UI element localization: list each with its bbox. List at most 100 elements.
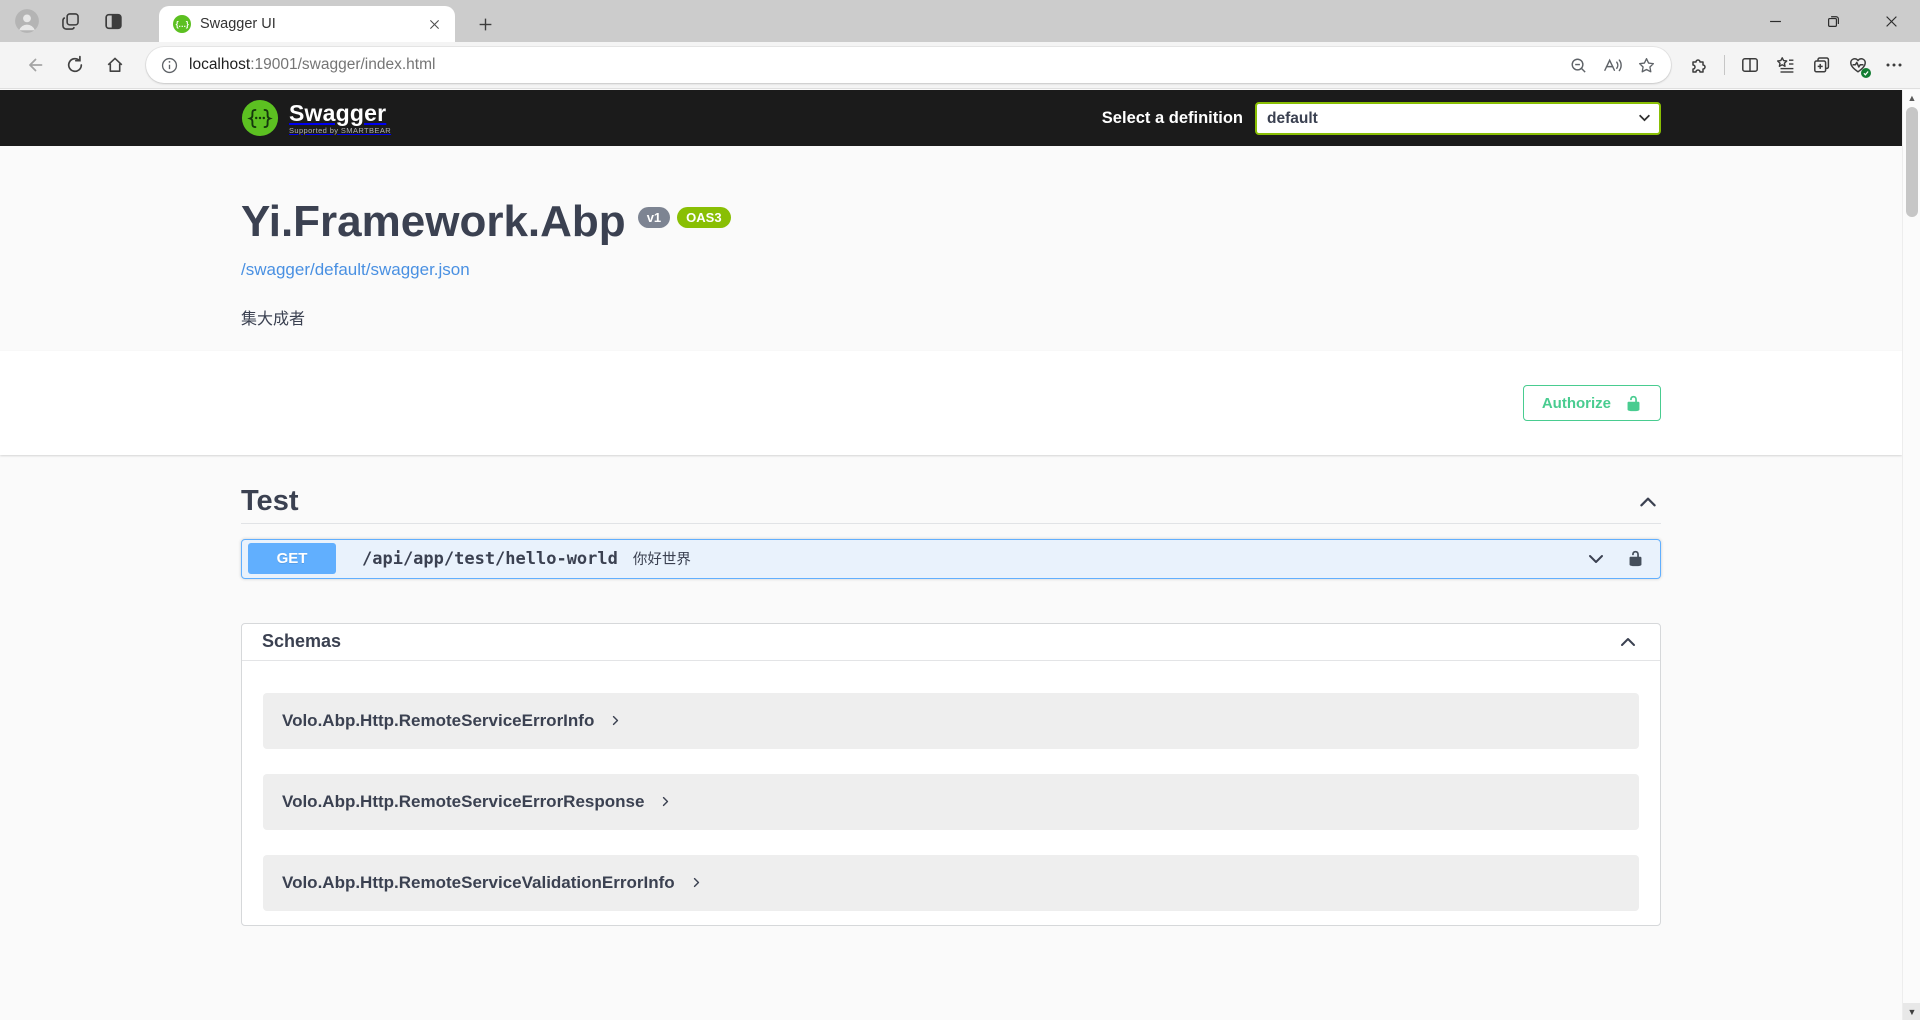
browser-titlebar: {…} Swagger UI [0, 0, 1920, 42]
spec-json-link[interactable]: /swagger/default/swagger.json [241, 260, 470, 280]
schemas-title: Schemas [262, 631, 341, 652]
zoom-out-button[interactable] [1563, 50, 1593, 80]
smartbear-subtitle: Supported by SMARTBEAR [289, 127, 391, 135]
zoom-out-icon [1569, 56, 1588, 75]
toolbar-divider [1724, 55, 1725, 75]
close-icon [1885, 15, 1898, 28]
expand-operation-button[interactable] [1584, 547, 1608, 571]
chevron-right-icon [609, 714, 622, 727]
profile-button[interactable] [10, 4, 44, 38]
operation-get-hello-world[interactable]: GET /api/app/test/hello-world 你好世界 [241, 539, 1661, 579]
scroll-down-arrow-icon[interactable]: ▼ [1903, 1003, 1920, 1020]
operation-summary: 你好世界 [633, 548, 691, 569]
api-info-section: Yi.Framework.Abp v1 OAS3 /swagger/defaul… [221, 146, 1681, 329]
browser-tab-swagger-ui[interactable]: {…} Swagger UI [159, 6, 455, 42]
more-ellipsis-icon [1884, 55, 1904, 75]
split-screen-button[interactable] [1734, 49, 1766, 81]
browser-toolbar: localhost:19001/swagger/index.html [0, 42, 1920, 89]
tab-title: Swagger UI [200, 16, 423, 32]
api-description: 集大成者 [241, 305, 1661, 329]
workspaces-button[interactable] [53, 4, 87, 38]
workspaces-icon [60, 11, 81, 32]
oas3-badge: OAS3 [677, 207, 730, 228]
read-aloud-icon [1602, 56, 1623, 75]
version-badge: v1 [638, 207, 670, 228]
authorize-button[interactable]: Authorize [1523, 385, 1661, 421]
window-restore-button[interactable] [1804, 0, 1862, 42]
avatar [14, 8, 40, 34]
swagger-favicon-icon: {…} [173, 15, 191, 33]
chevron-right-icon [659, 795, 672, 808]
favorite-star-button[interactable] [1631, 50, 1661, 80]
split-screen-icon [1740, 55, 1760, 75]
operation-auth-button[interactable] [1625, 548, 1646, 569]
chevron-up-icon [1618, 632, 1638, 652]
method-badge: GET [248, 543, 336, 574]
tab-layout-icon [103, 11, 124, 32]
tag-section-test: Test GET /api/app/test/hello-world 你好世界 [221, 471, 1681, 578]
swagger-topbar: Swagger Supported by SMARTBEAR Select a … [0, 90, 1902, 146]
scheme-container: Authorize [0, 351, 1902, 455]
restore-icon [1827, 15, 1840, 28]
collapse-tag-button[interactable] [1635, 489, 1661, 515]
refresh-button[interactable] [58, 48, 92, 82]
settings-more-button[interactable] [1878, 49, 1910, 81]
scrollbar-thumb[interactable] [1906, 107, 1918, 217]
model-name: Volo.Abp.Http.RemoteServiceErrorInfo [282, 711, 594, 731]
new-tab-button[interactable] [470, 9, 500, 39]
model-row-remote-service-error-response[interactable]: Volo.Abp.Http.RemoteServiceErrorResponse [263, 774, 1639, 830]
window-close-button[interactable] [1862, 0, 1920, 42]
site-info-icon[interactable] [160, 56, 179, 75]
model-name: Volo.Abp.Http.RemoteServiceErrorResponse [282, 792, 644, 812]
select-definition-label: Select a definition [1102, 109, 1243, 128]
chevron-up-icon [1637, 491, 1659, 513]
definition-select[interactable]: default [1255, 102, 1661, 135]
plus-icon [478, 17, 493, 32]
close-icon [429, 19, 440, 30]
address-bar[interactable]: localhost:19001/swagger/index.html [146, 47, 1671, 83]
refresh-icon [65, 55, 85, 75]
read-aloud-button[interactable] [1597, 50, 1627, 80]
tab-close-button[interactable] [423, 13, 445, 35]
star-icon [1637, 56, 1656, 75]
window-minimize-button[interactable] [1746, 0, 1804, 42]
check-icon [1863, 70, 1869, 76]
schemas-section: Schemas Volo.Abp.Http.RemoteServiceError… [221, 623, 1681, 966]
home-icon [105, 55, 125, 75]
api-title: Yi.Framework.Abp [241, 198, 626, 246]
model-name: Volo.Abp.Http.RemoteServiceValidationErr… [282, 873, 675, 893]
url-path: :19001/swagger/index.html [250, 56, 435, 73]
chevron-right-icon [690, 876, 703, 889]
back-arrow-icon [25, 55, 45, 75]
swagger-logo[interactable]: Swagger Supported by SMARTBEAR [241, 99, 391, 137]
swagger-page: Swagger Supported by SMARTBEAR Select a … [0, 90, 1902, 1020]
swagger-logo-text: Swagger [289, 102, 391, 125]
back-button[interactable] [18, 48, 52, 82]
url-text[interactable]: localhost:19001/swagger/index.html [189, 56, 1563, 74]
tag-title: Test [241, 485, 298, 518]
model-row-remote-service-error-info[interactable]: Volo.Abp.Http.RemoteServiceErrorInfo [263, 693, 1639, 749]
unlocked-padlock-icon [1625, 395, 1642, 412]
tab-actions-button[interactable] [96, 4, 130, 38]
page-scrollbar[interactable]: ▲ ▼ [1902, 90, 1920, 1020]
authorize-label: Authorize [1542, 395, 1611, 412]
chevron-down-icon [1586, 549, 1606, 569]
collections-button[interactable] [1806, 49, 1838, 81]
operation-path: /api/app/test/hello-world [362, 549, 618, 569]
favorites-list-icon [1776, 55, 1796, 75]
extensions-button[interactable] [1683, 49, 1715, 81]
collections-icon [1812, 55, 1832, 75]
swagger-logo-icon [241, 99, 279, 137]
home-button[interactable] [98, 48, 132, 82]
collapse-schemas-button[interactable] [1616, 630, 1640, 654]
favorites-button[interactable] [1770, 49, 1802, 81]
schemas-header[interactable]: Schemas [242, 624, 1660, 661]
scroll-up-arrow-icon[interactable]: ▲ [1903, 90, 1920, 106]
tag-header-test[interactable]: Test [241, 471, 1661, 523]
browser-essentials-button[interactable] [1842, 49, 1874, 81]
minimize-icon [1769, 15, 1782, 28]
model-row-remote-service-validation-error-info[interactable]: Volo.Abp.Http.RemoteServiceValidationErr… [263, 855, 1639, 911]
padlock-icon [1627, 550, 1644, 567]
avatar-icon [14, 8, 40, 34]
extensions-puzzle-icon [1689, 55, 1709, 75]
